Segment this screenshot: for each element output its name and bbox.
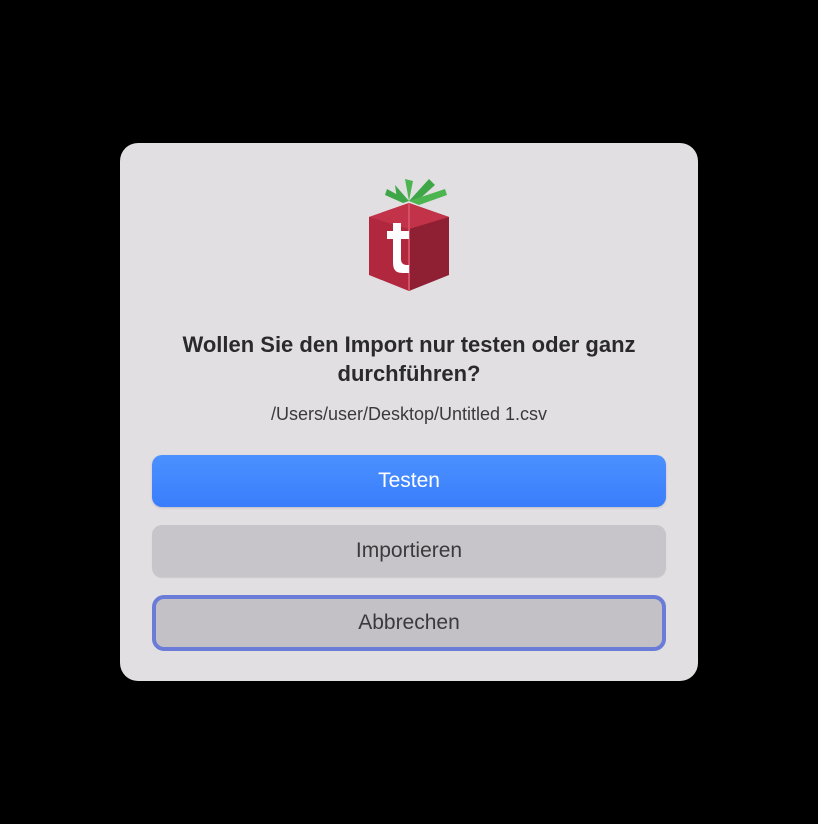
- tomato-leaves-icon: [385, 179, 447, 205]
- alert-dialog: Wollen Sie den Import nur testen oder ga…: [120, 143, 698, 681]
- app-icon: [345, 175, 473, 303]
- dialog-message: /Users/user/Desktop/Untitled 1.csv: [271, 404, 547, 425]
- button-stack: Testen Importieren Abbrechen: [152, 455, 666, 651]
- import-button[interactable]: Importieren: [152, 525, 666, 577]
- cancel-button[interactable]: Abbrechen: [152, 595, 666, 651]
- test-button[interactable]: Testen: [152, 455, 666, 507]
- dialog-title: Wollen Sie den Import nur testen oder ga…: [152, 331, 666, 388]
